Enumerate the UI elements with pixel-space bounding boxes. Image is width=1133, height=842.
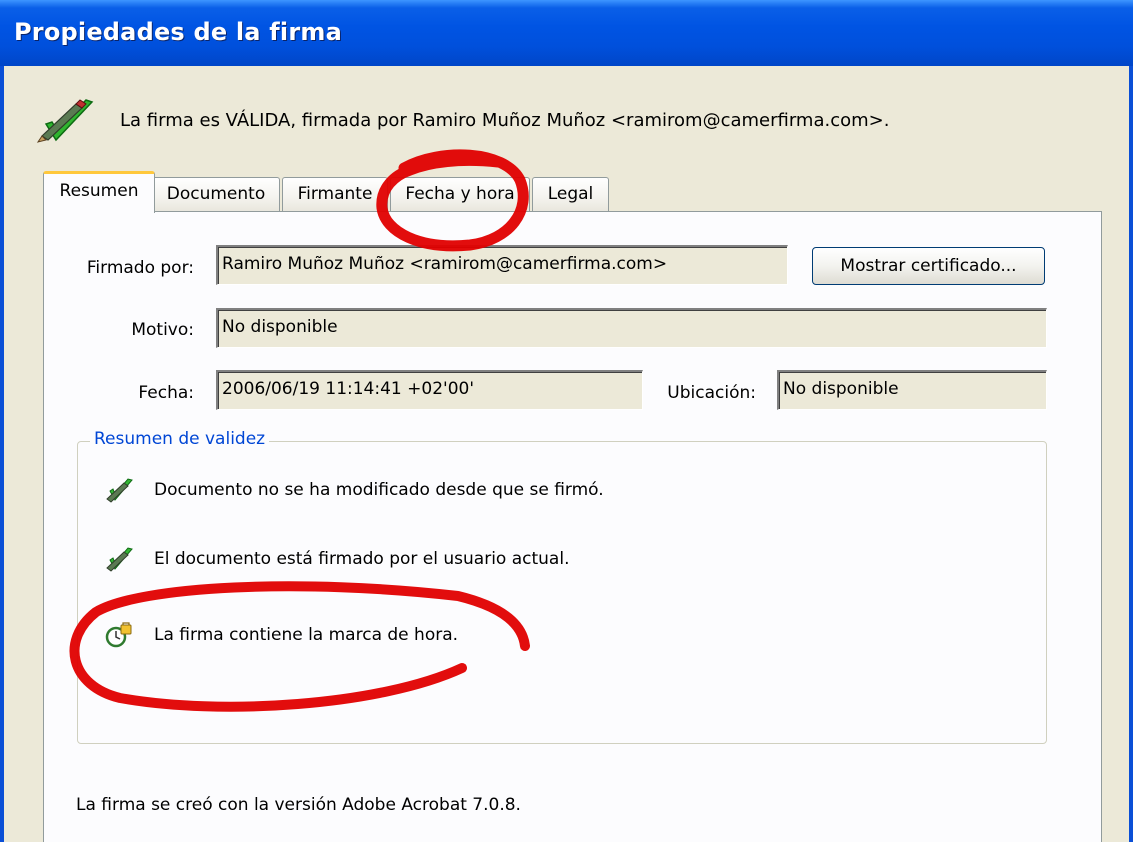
date-field: 2006/06/19 11:14:41 +02'00' [216,370,643,410]
title-bar[interactable]: Propiedades de la firma [0,0,1133,66]
reason-field: No disponible [216,308,1047,348]
signature-status-text: La firma es VÁLIDA, firmada por Ramiro M… [120,110,890,131]
validity-item-timestamp: La firma contiene la marca de hora. [154,625,459,645]
tab-documento[interactable]: Documento [152,177,280,211]
validity-legend: Resumen de validez [90,429,270,449]
validity-item-unmodified: Documento no se ha modificado desde que … [154,480,604,500]
reason-label: Motivo: [131,320,194,340]
window-title: Propiedades de la firma [14,18,342,46]
pen-checkmark-icon [36,99,94,143]
tab-legal[interactable]: Legal [532,177,609,211]
tab-fecha-y-hora[interactable]: Fecha y hora [390,177,530,211]
validity-item-current-user: El documento está firmado por el usuario… [154,549,570,569]
pen-check-icon [106,478,133,503]
signed-by-label: Firmado por: [86,258,194,278]
tab-firmante[interactable]: Firmante [282,177,388,211]
tab-panel-resumen: Firmado por: Ramiro Muñoz Muñoz <ramirom… [43,211,1102,842]
date-label: Fecha: [138,383,194,403]
location-label: Ubicación: [667,383,756,403]
show-certificate-button[interactable]: Mostrar certificado... [812,247,1045,285]
window-frame-left [0,66,4,842]
signed-by-field: Ramiro Muñoz Muñoz <ramirom@camerfirma.c… [216,245,788,285]
tab-resumen[interactable]: Resumen [43,171,155,213]
location-field: No disponible [777,370,1047,410]
acrobat-version-text: La firma se creó con la versión Adobe Ac… [76,795,521,815]
pen-check-icon [106,547,133,572]
clock-lock-icon [105,622,132,648]
window-frame-right [1129,66,1133,842]
